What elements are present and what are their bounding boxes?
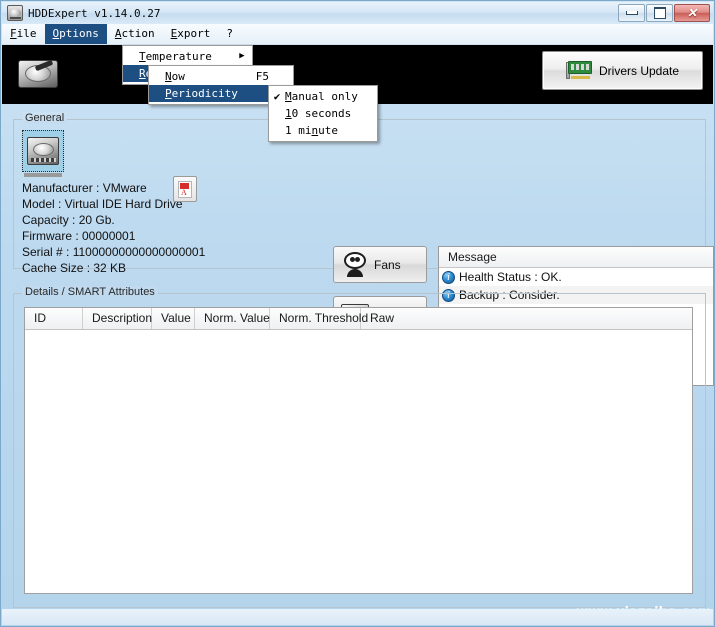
- minimize-icon: [625, 11, 638, 15]
- window-title: HDDExpert v1.14.0.27: [28, 6, 161, 20]
- column-header-description[interactable]: Description: [83, 308, 152, 329]
- menu-file-label: ile: [16, 27, 37, 40]
- info-firmware: Firmware : 00000001: [22, 229, 136, 243]
- menu-item-temperature-label: emperature: [145, 50, 212, 63]
- fans-button-label: Fans: [374, 257, 401, 272]
- minimize-button[interactable]: [618, 4, 645, 22]
- details-group-label: Details / SMART Attributes: [22, 286, 158, 298]
- smart-attributes-table[interactable]: ID Description Value Norm. Value Norm. T…: [24, 307, 693, 594]
- drivers-update-button[interactable]: Drivers Update: [542, 51, 703, 90]
- checkmark-icon: ✔: [273, 90, 281, 103]
- info-icon: [442, 270, 455, 284]
- hard-disk-icon: [7, 5, 23, 21]
- menu-options-label: ptions: [59, 27, 99, 40]
- hard-disk-icon: [18, 56, 58, 92]
- drivers-update-label: Drivers Update: [598, 63, 680, 78]
- menu-export-label: xport: [177, 27, 211, 40]
- pdf-report-button[interactable]: [173, 176, 197, 202]
- menu-item-periodicity-label: eriodicity: [171, 87, 238, 100]
- menu-export[interactable]: Export: [163, 24, 219, 44]
- menu-item-1-minute-label: 1 mi: [285, 124, 312, 137]
- message-text: Health Status : OK.: [459, 270, 562, 284]
- info-serial: Serial # : 11000000000000000001: [22, 245, 206, 259]
- hard-disk-icon[interactable]: [22, 130, 64, 172]
- column-header-id[interactable]: ID: [25, 308, 83, 329]
- table-header-row: ID Description Value Norm. Value Norm. T…: [25, 308, 692, 330]
- menu-action[interactable]: Action: [107, 24, 163, 44]
- window-controls: ✕: [618, 4, 710, 22]
- pci-card-icon: [565, 61, 592, 80]
- menu-item-now-accelerator: F5: [255, 70, 269, 83]
- maximize-icon: [653, 7, 666, 19]
- fan-icon: [340, 251, 370, 278]
- menu-bar: File Options Action Export ?: [2, 24, 713, 45]
- details-group: Details / SMART Attributes ID Descriptio…: [13, 286, 706, 608]
- column-header-norm-threshold[interactable]: Norm. Threshold: [270, 308, 368, 329]
- general-group-label: General: [22, 112, 68, 124]
- maximize-button[interactable]: [646, 4, 673, 22]
- pdf-report-icon: [178, 180, 192, 198]
- menu-item-1-minute[interactable]: 1 minute: [269, 122, 377, 139]
- menu-options[interactable]: Options: [44, 24, 107, 44]
- chevron-right-icon: ▶: [239, 51, 245, 61]
- close-button[interactable]: ✕: [674, 4, 710, 22]
- drive-icon-shadow: [24, 173, 62, 177]
- application-window: HDDExpert v1.14.0.27 ✕ File Options Acti…: [0, 0, 715, 627]
- info-capacity: Capacity : 20 Gb.: [22, 213, 115, 227]
- title-bar: HDDExpert v1.14.0.27 ✕: [2, 2, 713, 24]
- menu-action-label: ction: [121, 27, 155, 40]
- status-bar: [2, 609, 713, 625]
- message-list-header: Message: [439, 247, 713, 268]
- menu-item-10-seconds[interactable]: 10 seconds: [269, 105, 377, 122]
- info-cache-size: Cache Size : 32 KB: [22, 261, 127, 275]
- menu-item-manual-only[interactable]: ✔ Manual only: [269, 88, 377, 105]
- menu-item-temperature[interactable]: Temperature ▶: [123, 48, 252, 65]
- column-header-value[interactable]: Value: [152, 308, 195, 329]
- menu-help[interactable]: ?: [218, 24, 241, 44]
- column-header-raw[interactable]: Raw: [361, 308, 692, 329]
- fans-button[interactable]: Fans: [333, 246, 427, 283]
- menu-item-manual-only-label: anual only: [291, 90, 358, 103]
- menu-item-10-seconds-label: 0 seconds: [291, 107, 352, 120]
- periodicity-submenu: ✔ Manual only 10 seconds 1 minute: [268, 85, 378, 142]
- menu-file[interactable]: File: [2, 24, 45, 44]
- menu-item-now[interactable]: Now F5: [149, 68, 293, 85]
- message-row[interactable]: Health Status : OK.: [439, 268, 713, 286]
- column-header-norm-value[interactable]: Norm. Value: [195, 308, 270, 329]
- menu-item-now-label: ow: [171, 70, 185, 83]
- close-icon: ✕: [686, 6, 698, 20]
